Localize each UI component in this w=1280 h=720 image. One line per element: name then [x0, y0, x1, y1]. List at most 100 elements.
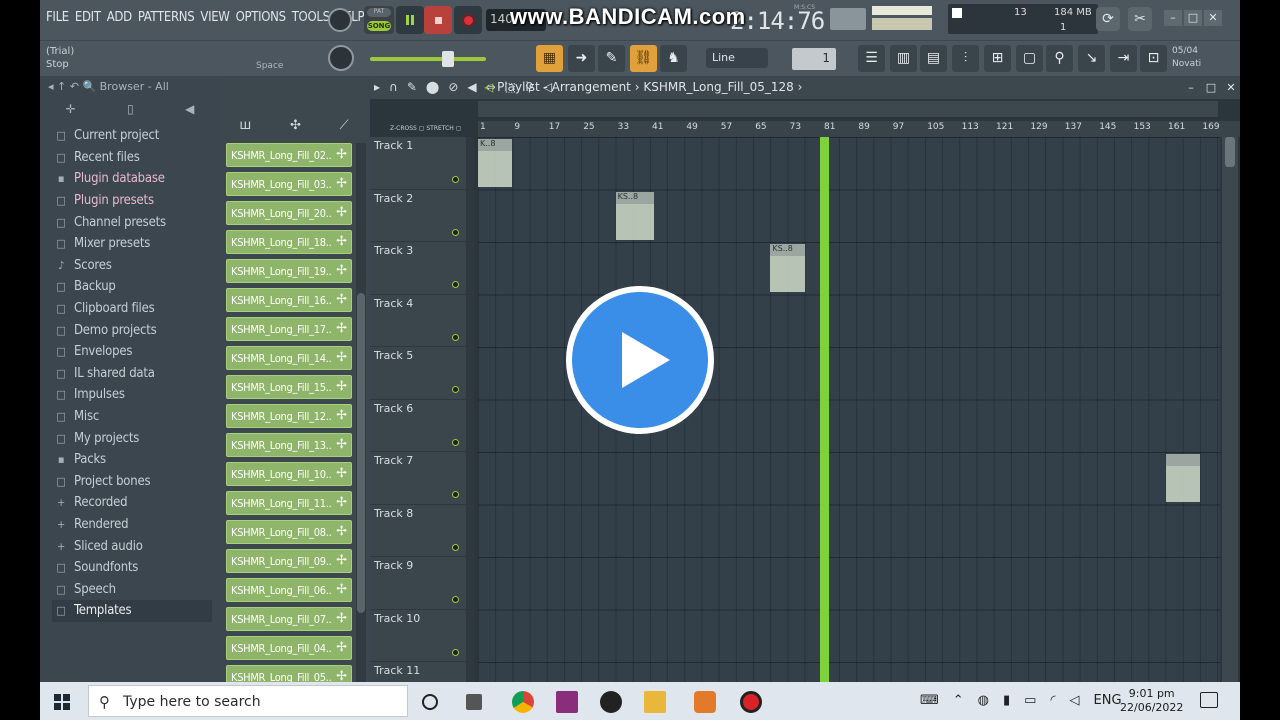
- step-edit-button[interactable]: ➜: [568, 45, 595, 72]
- draw-tool-button[interactable]: ✎: [598, 45, 625, 72]
- menu-options[interactable]: OPTIONS: [236, 10, 286, 25]
- browser-item-mixer-presets[interactable]: □ Mixer presets: [52, 233, 212, 255]
- track-header[interactable]: Track 3: [370, 242, 466, 295]
- track-header[interactable]: Track 10: [370, 610, 466, 662]
- browser-item-demo-projects[interactable]: □ Demo projects: [52, 319, 212, 341]
- channel-item[interactable]: KSHMR_Long_Fill_17... ✢: [226, 317, 352, 341]
- track-header[interactable]: Track 9: [370, 557, 466, 610]
- windows-start-icon[interactable]: [54, 694, 70, 710]
- master-pitch-knob[interactable]: [328, 45, 354, 71]
- drag-handle-icon[interactable]: ✢: [336, 611, 347, 626]
- link-icon[interactable]: ⟋: [340, 118, 349, 133]
- drag-handle-icon[interactable]: ✢: [336, 524, 347, 539]
- drag-handle-icon[interactable]: ✢: [336, 205, 347, 220]
- wifi-icon[interactable]: ◜: [1050, 693, 1055, 708]
- channel-item[interactable]: KSHMR_Long_Fill_12... ✢: [226, 404, 352, 428]
- step-value[interactable]: 1: [792, 48, 836, 70]
- drag-handle-icon[interactable]: ✢: [336, 321, 347, 336]
- microphone-icon[interactable]: ▮: [1003, 693, 1010, 708]
- track-header[interactable]: Track 6: [370, 400, 466, 452]
- channel-item[interactable]: KSHMR_Long_Fill_15... ✢: [226, 375, 352, 399]
- browser-item-recent-files[interactable]: □ Recent files: [52, 147, 212, 169]
- track-mute-led[interactable]: [452, 438, 459, 446]
- drag-handle-icon[interactable]: ✢: [336, 350, 347, 365]
- menu-arrow-icon[interactable]: ▸: [374, 80, 380, 94]
- browser-item-plugin-presets[interactable]: □ Plugin presets: [52, 190, 212, 212]
- browser-item-envelopes[interactable]: □ Envelopes: [52, 341, 212, 363]
- browser-item-backup[interactable]: □ Backup: [52, 276, 212, 298]
- track-mute-led[interactable]: [452, 281, 459, 288]
- channel-rack-button[interactable]: ▤: [920, 45, 947, 72]
- audio-clip[interactable]: KS..8: [615, 191, 655, 240]
- drag-handle-icon[interactable]: ✢: [336, 437, 347, 452]
- bandicam-taskbar-icon[interactable]: [740, 691, 762, 713]
- browser-item-current-project[interactable]: □ Current project: [52, 125, 212, 147]
- video-play-overlay-button[interactable]: [566, 286, 714, 434]
- track-mute-led[interactable]: [452, 228, 459, 236]
- drag-handle-icon[interactable]: ✢: [336, 147, 347, 162]
- drag-handle-icon[interactable]: ✢: [336, 495, 347, 510]
- minimize-button[interactable]: –: [1164, 10, 1182, 26]
- playlist-close-button[interactable]: ✕: [1222, 80, 1240, 96]
- track-header[interactable]: Track 11: [370, 662, 466, 682]
- browser-item-templates[interactable]: □ Templates: [52, 600, 212, 622]
- channel-item[interactable]: KSHMR_Long_Fill_19... ✢: [226, 259, 352, 283]
- browser-item-plugin-database[interactable]: ▪ Plugin database: [52, 168, 212, 190]
- track-mute-led[interactable]: [452, 648, 459, 656]
- magnet-icon[interactable]: ∩: [389, 80, 398, 94]
- playlist-button[interactable]: ☰: [858, 45, 885, 72]
- track-mute-led[interactable]: [452, 386, 459, 393]
- browser-item-il-shared-data[interactable]: □ IL shared data: [52, 363, 212, 385]
- audio-clip[interactable]: K..8: [478, 139, 513, 187]
- move-icon[interactable]: ✣: [290, 118, 301, 133]
- cortana-icon[interactable]: [422, 694, 438, 710]
- channel-item[interactable]: KSHMR_Long_Fill_02... ✢: [226, 143, 352, 167]
- browser-item-recorded[interactable]: + Recorded: [52, 492, 212, 514]
- chrome-icon[interactable]: [512, 691, 534, 713]
- horizontal-scrollbar[interactable]: [478, 101, 1218, 117]
- track-scrollbar[interactable]: [466, 137, 474, 682]
- channel-item[interactable]: KSHMR_Long_Fill_20... ✢: [226, 201, 352, 225]
- channel-item[interactable]: KSHMR_Long_Fill_14... ✢: [226, 346, 352, 370]
- file-explorer-icon[interactable]: [644, 691, 666, 713]
- snap-select[interactable]: Line: [706, 48, 768, 68]
- slider-thumb[interactable]: [442, 51, 454, 67]
- browser-item-misc[interactable]: □ Misc: [52, 406, 212, 428]
- channel-item[interactable]: KSHMR_Long_Fill_16... ✢: [226, 288, 352, 312]
- taskbar-search[interactable]: ⚲ Type here to search: [88, 685, 408, 717]
- language-indicator[interactable]: ENG: [1094, 693, 1122, 708]
- browser-item-clipboard-files[interactable]: □ Clipboard files: [52, 298, 212, 320]
- browser-item-soundfonts[interactable]: □ Soundfonts: [52, 557, 212, 579]
- channel-item[interactable]: KSHMR_Long_Fill_06... ✢: [226, 578, 352, 602]
- track-header[interactable]: Track 2: [370, 190, 466, 242]
- drag-handle-icon[interactable]: ✢: [336, 669, 347, 682]
- drag-handle-icon[interactable]: ✢: [336, 582, 347, 597]
- pause-button[interactable]: [396, 6, 424, 34]
- browser-item-my-projects[interactable]: □ My projects: [52, 427, 212, 449]
- pencil-icon[interactable]: ✎: [407, 80, 417, 94]
- refresh-icon[interactable]: ⟳: [1096, 7, 1120, 31]
- menu-add[interactable]: ADD: [107, 10, 132, 25]
- metronome-button[interactable]: ♞: [660, 45, 687, 72]
- pattern-song-toggle[interactable]: PAT SONG: [364, 6, 394, 34]
- delete-icon[interactable]: ⊘: [448, 80, 458, 94]
- playlist-maximize-button[interactable]: □: [1202, 80, 1220, 96]
- speaker-icon[interactable]: ◀: [185, 102, 194, 116]
- save-icon[interactable]: ⇥: [1110, 45, 1137, 72]
- record-button[interactable]: [454, 6, 482, 34]
- playlist-minimize-button[interactable]: –: [1182, 80, 1200, 96]
- master-volume-knob[interactable]: [328, 8, 352, 32]
- news-panel[interactable]: 05/04 Novati: [1172, 45, 1201, 71]
- link-button[interactable]: ⛓: [630, 45, 657, 72]
- channel-item[interactable]: KSHMR_Long_Fill_10... ✢: [226, 462, 352, 486]
- browser-item-sliced-audio[interactable]: + Sliced audio: [52, 535, 212, 557]
- channel-item[interactable]: KSHMR_Long_Fill_04... ✢: [226, 636, 352, 660]
- menu-tools[interactable]: TOOLS: [292, 10, 330, 25]
- channel-item[interactable]: KSHMR_Long_Fill_07... ✢: [226, 607, 352, 631]
- task-view-icon[interactable]: [466, 694, 482, 710]
- notification-icon[interactable]: [1200, 692, 1218, 708]
- browser-item-project-bones[interactable]: □ Project bones: [52, 471, 212, 493]
- track-header[interactable]: Track 7: [370, 452, 466, 505]
- channel-item[interactable]: KSHMR_Long_Fill_13... ✢: [226, 433, 352, 457]
- keyboard-icon[interactable]: ⌨: [920, 693, 939, 708]
